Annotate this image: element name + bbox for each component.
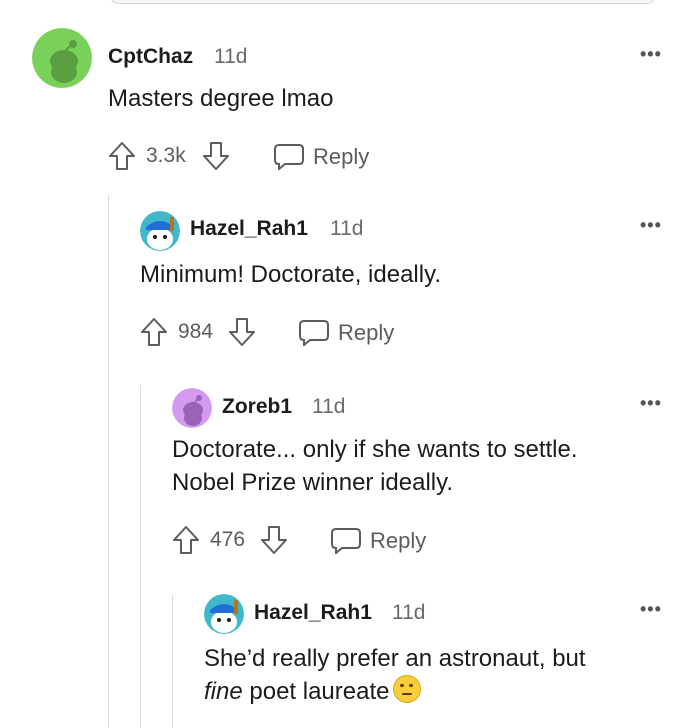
comment-timestamp: 11d (312, 395, 346, 418)
reply-button[interactable]: Reply (273, 141, 373, 171)
more-options-icon[interactable]: ••• (640, 215, 662, 236)
reply-label: Reply (313, 144, 370, 169)
reply-label: Reply (370, 528, 427, 553)
reply-button[interactable]: Reply (298, 317, 398, 347)
vote-score: 3.3k (146, 144, 186, 167)
comment-timestamp: 11d (392, 601, 426, 624)
more-options-icon[interactable]: ••• (640, 393, 662, 414)
comment-author[interactable]: Hazel_Rah1 (190, 217, 308, 241)
downvote-icon[interactable] (228, 317, 256, 347)
comment-timestamp: 11d (214, 45, 248, 68)
snoo-green-avatar[interactable] (32, 28, 92, 88)
more-options-icon[interactable]: ••• (640, 44, 662, 65)
comment-cptchaz: CptChaz 11d ••• Masters degree lmao 3.3k… (0, 0, 700, 190)
snoo-blue-cap-avatar[interactable] (140, 211, 180, 251)
downvote-icon[interactable] (202, 141, 230, 171)
vote-score: 476 (210, 528, 246, 551)
comment-body-line: Nobel Prize winner ideally. (172, 469, 454, 496)
comment-body-line: She’d really prefer an astronaut, but (204, 645, 586, 672)
upvote-icon[interactable] (140, 317, 168, 347)
reply-button[interactable]: Reply (330, 525, 430, 555)
comment-body-line: Doctorate... only if she wants to settle… (172, 436, 578, 463)
comment-body: Doctorate... only if she wants to settle… (172, 433, 672, 499)
upvote-icon[interactable] (172, 525, 200, 555)
comment-body-line: fine poet laureate (204, 675, 684, 708)
italic-word: fine (204, 678, 243, 705)
comment-timestamp: 11d (330, 217, 364, 240)
comment-body-text: poet laureate (242, 678, 390, 705)
reply-label: Reply (338, 320, 395, 345)
comment-body: Masters degree lmao (108, 85, 334, 112)
comment-actions: 984 Reply (140, 317, 440, 349)
comment-zoreb1: Zoreb1 11d ••• Doctorate... only if she … (0, 380, 700, 590)
comment-body: Minimum! Doctorate, ideally. (140, 261, 441, 288)
snoo-purple-avatar[interactable] (172, 388, 212, 428)
more-options-icon[interactable]: ••• (640, 599, 662, 620)
comment-author[interactable]: Zoreb1 (222, 395, 292, 419)
comment-actions: 476 Reply (172, 525, 472, 557)
comment-author[interactable]: CptChaz (108, 45, 193, 69)
eye-roll-emoji (393, 675, 422, 703)
comment-hazel-rah1: Hazel_Rah1 11d ••• Minimum! Doctorate, i… (0, 195, 700, 375)
vote-score: 984 (178, 320, 214, 343)
comment-body: She’d really prefer an astronaut, but fi… (204, 642, 684, 708)
downvote-icon[interactable] (260, 525, 288, 555)
comment-author[interactable]: Hazel_Rah1 (254, 601, 372, 625)
comment-actions: 3.3k Reply (108, 141, 408, 173)
comment-hazel-rah1-reply: Hazel_Rah1 11d ••• She’d really prefer a… (0, 590, 700, 728)
snoo-blue-cap-avatar[interactable] (204, 594, 244, 634)
upvote-icon[interactable] (108, 141, 136, 171)
